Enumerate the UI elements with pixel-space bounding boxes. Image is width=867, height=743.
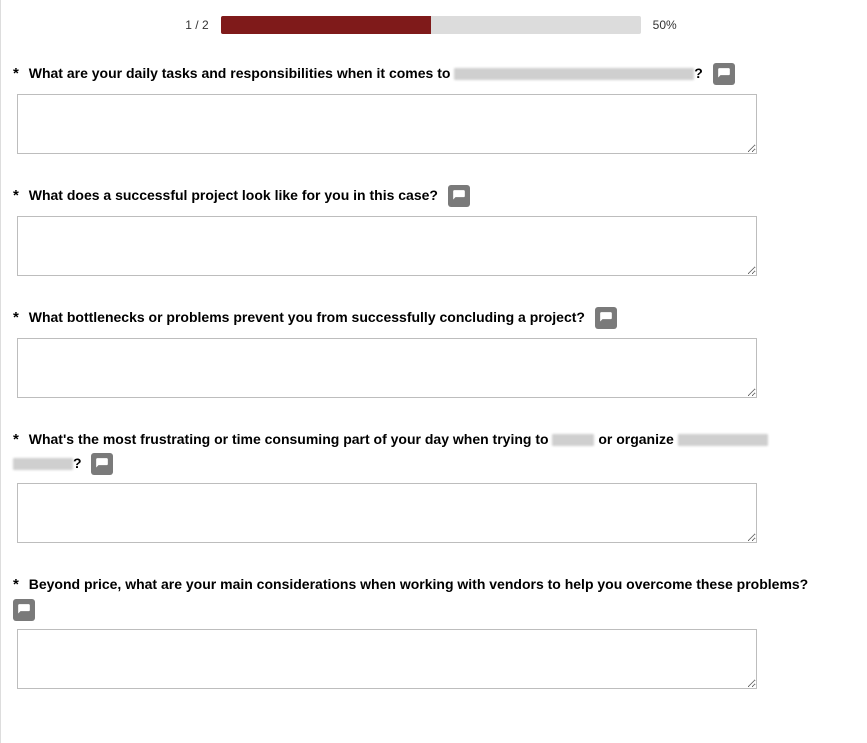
progress-step-label: 1 / 2	[185, 18, 208, 32]
question-label-1: * What are your daily tasks and responsi…	[13, 62, 849, 86]
required-mark: *	[13, 576, 19, 593]
question-text-1b: ?	[694, 65, 703, 81]
progress-wrap: 1 / 2 50%	[13, 16, 849, 34]
speech-bubble-icon	[717, 67, 731, 81]
required-mark: *	[13, 431, 19, 448]
comment-button[interactable]	[713, 63, 735, 85]
comment-button[interactable]	[91, 453, 113, 475]
required-mark: *	[13, 65, 19, 82]
question-text-1a: What are your daily tasks and responsibi…	[29, 65, 455, 81]
survey-page: 1 / 2 50% * What are your daily tasks an…	[0, 0, 867, 743]
answer-input-2[interactable]	[17, 216, 757, 276]
comment-button[interactable]	[595, 307, 617, 329]
comment-button[interactable]	[13, 599, 35, 621]
redacted-text	[13, 458, 73, 470]
answer-input-4[interactable]	[17, 483, 757, 543]
question-label-4: * What's the most frustrating or time co…	[13, 428, 849, 475]
speech-bubble-icon	[95, 457, 109, 471]
question-text-3: What bottlenecks or problems prevent you…	[29, 309, 585, 325]
question-block-4: * What's the most frustrating or time co…	[13, 428, 849, 543]
question-text-2: What does a successful project look like…	[29, 187, 438, 203]
speech-bubble-icon	[599, 311, 613, 325]
question-text-4a: What's the most frustrating or time cons…	[29, 431, 553, 447]
question-text-4b: or organize	[594, 431, 677, 447]
question-block-1: * What are your daily tasks and responsi…	[13, 62, 849, 154]
question-label-5: * Beyond price, what are your main consi…	[13, 573, 849, 620]
question-block-3: * What bottlenecks or problems prevent y…	[13, 306, 849, 398]
progress-bar	[221, 16, 641, 34]
question-block-2: * What does a successful project look li…	[13, 184, 849, 276]
progress-fill	[221, 16, 431, 34]
comment-button[interactable]	[448, 185, 470, 207]
progress-percent-label: 50%	[653, 18, 677, 32]
answer-input-1[interactable]	[17, 94, 757, 154]
answer-input-3[interactable]	[17, 338, 757, 398]
redacted-text	[678, 434, 768, 446]
answer-input-5[interactable]	[17, 629, 757, 689]
required-mark: *	[13, 187, 19, 204]
question-block-5: * Beyond price, what are your main consi…	[13, 573, 849, 688]
question-text-4c: ?	[73, 455, 82, 471]
speech-bubble-icon	[17, 603, 31, 617]
question-label-3: * What bottlenecks or problems prevent y…	[13, 306, 849, 330]
question-label-2: * What does a successful project look li…	[13, 184, 849, 208]
required-mark: *	[13, 309, 19, 326]
redacted-text	[454, 68, 694, 80]
redacted-text	[552, 434, 594, 446]
question-text-5: Beyond price, what are your main conside…	[29, 576, 809, 592]
speech-bubble-icon	[452, 189, 466, 203]
